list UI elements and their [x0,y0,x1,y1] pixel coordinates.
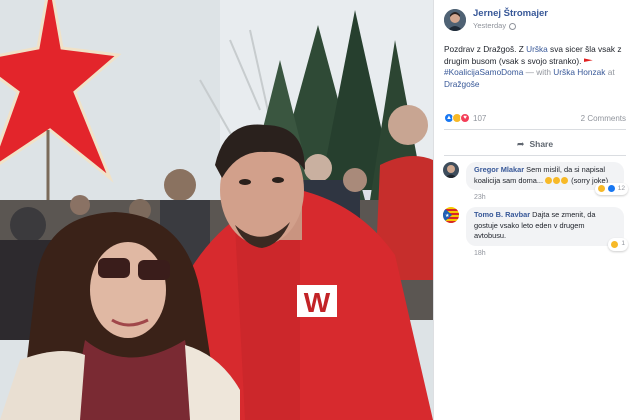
divider [444,129,626,130]
public-globe-icon [509,22,517,30]
haha-reaction-icon [611,241,619,249]
with-text: — with [523,67,554,78]
author-avatar[interactable] [444,9,466,31]
commenter-name[interactable]: Tomo B. Ravbar [474,210,530,219]
comments-list: Gregor Mlakar Sem mislil, da si napisal … [434,158,630,263]
comment-count-link[interactable]: 2 Comments [581,114,626,123]
laughing-emoji-icon [561,177,569,185]
reaction-count: 107 [473,113,487,123]
post-message: Pozdrav z Dražgoš. Z Urška sva sicer šla… [444,44,627,90]
laughing-emoji-icon [553,177,561,185]
tagged-user-link[interactable]: Urška Honzak [553,67,605,77]
comment-reaction-count: 1 [621,240,625,248]
post-time[interactable]: Yesterday [473,20,506,32]
at-text: at [605,67,615,78]
place-link[interactable]: Dražgoše [444,79,480,89]
sweatshirt-letter: W [304,287,331,318]
commenter-avatar[interactable]: ★ [443,207,459,224]
share-button[interactable]: ➦ Share [444,134,626,154]
share-arrow-icon: ➦ [516,138,525,149]
comment-item: ★ Tomo B. Ravbar Dajta se zmenit, da gos… [434,207,630,257]
haha-reaction-icon [597,185,605,193]
photo-illustration: W [0,0,433,420]
red-flag-emoji-icon [583,58,593,63]
mention-link[interactable]: Urška [526,44,548,54]
post-photo[interactable]: W [0,0,433,420]
sunglasses-right [138,260,170,280]
commenter-name[interactable]: Gregor Mlakar [474,165,524,174]
comment-item: Gregor Mlakar Sem mislil, da si napisal … [434,162,630,201]
post-text-intro: Pozdrav z Dražgoš. Z [444,44,527,54]
svg-text:★: ★ [445,213,450,219]
like-reaction-icon [607,185,615,193]
comment-reactions[interactable]: 12 [594,182,628,196]
hashtag-link[interactable]: #KoalicijaSamoDoma [444,67,523,77]
post-header: Jernej Štromajer Yesterday [444,8,548,32]
comment-bubble: Tomo B. Ravbar Dajta se zmenit, da gostu… [466,207,628,251]
photo-viewer: W Jernej Štromajer Yesterday Pozdrav z D… [0,0,630,420]
post-sidebar: Jernej Štromajer Yesterday Pozdrav z Dra… [433,0,630,420]
reactions-button[interactable]: ▲ ♥ 107 [444,113,486,123]
comment-reaction-count: 12 [617,184,625,192]
reactions-summary: ▲ ♥ 107 2 Comments [444,113,626,123]
comment-bubble: Gregor Mlakar Sem mislil, da si napisal … [466,162,628,196]
comment-time[interactable]: 23h [474,194,624,201]
comment-time[interactable]: 18h [474,250,624,257]
share-label: Share [529,139,554,149]
love-reaction-icon: ♥ [460,113,470,123]
author-name[interactable]: Jernej Štromajer [473,8,548,20]
laughing-emoji-icon [545,177,553,185]
comment-reactions[interactable]: 1 [608,238,628,251]
sunglasses-left [98,258,130,278]
commenter-avatar[interactable] [443,162,459,178]
divider [444,155,626,156]
